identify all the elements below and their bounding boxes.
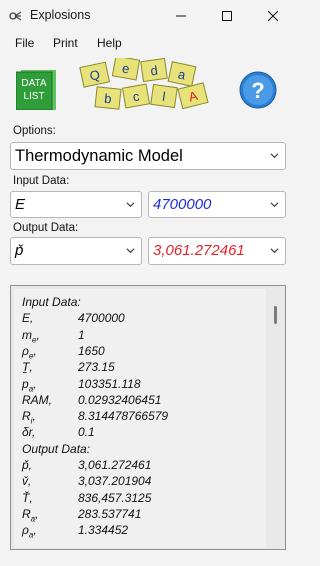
- result-key: E,: [22, 311, 34, 326]
- title-bar: Explosions: [0, 0, 296, 32]
- result-key: Input Data:: [22, 295, 81, 309]
- data-list-label-2: LIST: [23, 91, 44, 102]
- results-panel[interactable]: Input Data: E, 4700000 me, 1 ρe, 1650 Ṯ, 273.15 p…: [10, 285, 286, 550]
- data-list-button[interactable]: DATA LIST: [15, 70, 56, 111]
- result-key-group: pa,: [22, 377, 36, 393]
- result-key-comma: ,: [33, 523, 37, 538]
- result-value: 8.314478766579: [78, 409, 169, 424]
- result-value: 1: [78, 327, 85, 342]
- chevron-down-icon: [270, 201, 279, 207]
- result-key-group: ρe,: [22, 344, 37, 360]
- data-list-icon: DATA LIST: [15, 70, 56, 111]
- result-key-comma: ,: [32, 409, 36, 424]
- input-label: Input Data:: [13, 175, 70, 187]
- result-key-group: me,: [22, 328, 40, 344]
- chevron-down-icon: [126, 248, 135, 254]
- result-key-comma: ,: [33, 343, 37, 358]
- result-value: 836,457.3125: [78, 490, 152, 505]
- result-value: 103351.118: [78, 376, 141, 391]
- input-value: 4700000: [153, 196, 212, 213]
- output-variable-dropdown[interactable]: p̌: [10, 237, 142, 265]
- result-value: 4700000: [78, 311, 125, 326]
- result-key: R: [22, 409, 31, 424]
- result-key: m: [22, 327, 32, 342]
- result-key-comma: ,: [33, 376, 37, 391]
- options-value: Thermodynamic Model: [15, 147, 183, 165]
- menu-help[interactable]: Help: [97, 36, 122, 50]
- maximize-button[interactable]: [204, 0, 250, 32]
- input-variable-value: E: [15, 196, 26, 213]
- chevron-down-icon: [270, 153, 279, 159]
- app-icon: [9, 11, 22, 21]
- result-key-group: Ra,: [22, 507, 38, 523]
- data-list-label-1: DATA: [21, 78, 47, 89]
- options-label: Options:: [13, 125, 56, 137]
- close-button[interactable]: [250, 0, 296, 32]
- result-value: 1650: [78, 343, 105, 358]
- help-icon: ?: [239, 71, 277, 109]
- output-label: Output Data:: [13, 222, 79, 234]
- result-key: δr,: [22, 425, 36, 440]
- results-list: Input Data: E, 4700000 me, 1 ρe, 1650 Ṯ, 273.15 p…: [14, 289, 266, 548]
- output-value-dropdown[interactable]: 3,061.272461: [148, 237, 286, 265]
- result-key: RAM,: [22, 392, 52, 407]
- letter-tiles-icon: Q e d a b c l A: [79, 55, 209, 110]
- menu-file[interactable]: File: [15, 36, 34, 50]
- result-key-comma: ,: [35, 506, 39, 521]
- formula-tiles-image[interactable]: Q e d a b c l A: [78, 55, 218, 114]
- result-key: p: [22, 376, 29, 391]
- input-variable-dropdown[interactable]: E: [10, 191, 142, 218]
- svg-text:b: b: [104, 91, 113, 107]
- result-key: Output Data:: [22, 441, 91, 456]
- result-key: v̌,: [22, 474, 32, 489]
- input-value-dropdown[interactable]: 4700000: [148, 191, 286, 218]
- result-key: p̌,: [22, 458, 33, 472]
- help-glyph: ?: [251, 78, 264, 103]
- help-button[interactable]: ?: [238, 70, 278, 110]
- result-value: 3,037.201904: [78, 474, 152, 489]
- result-key-group: ρa,: [22, 523, 37, 539]
- result-key: R: [22, 506, 31, 521]
- result-key: Ť,: [22, 490, 33, 505]
- results-scrollbar[interactable]: [269, 288, 283, 547]
- result-value: 3,061.272461: [78, 458, 152, 472]
- result-key-comma: ,: [36, 327, 40, 342]
- result-key: ρ: [22, 523, 29, 538]
- options-dropdown[interactable]: Thermodynamic Model: [10, 142, 286, 170]
- result-value: 273.15: [78, 360, 115, 375]
- output-variable-value: p̌: [15, 242, 24, 259]
- result-value: 283.537741: [78, 506, 142, 521]
- minimize-icon: [176, 15, 186, 17]
- result-key: ρ: [22, 343, 29, 358]
- maximize-icon: [222, 11, 232, 21]
- result-key-group: Ri,: [22, 409, 36, 425]
- menu-bar: File Print Help: [0, 32, 296, 54]
- output-value: 3,061.272461: [153, 242, 245, 259]
- result-key: Ṯ,: [22, 360, 33, 375]
- chevron-down-icon: [126, 201, 135, 207]
- minimize-button[interactable]: [158, 0, 204, 32]
- window-title: Explosions: [30, 8, 91, 22]
- menu-print[interactable]: Print: [53, 36, 78, 50]
- result-value: 1.334452: [78, 523, 129, 538]
- result-value: 0.1: [78, 425, 95, 440]
- close-icon: [268, 11, 278, 21]
- result-value: 0.02932406451: [78, 392, 162, 407]
- chevron-down-icon: [270, 248, 279, 254]
- scrollbar-thumb[interactable]: [274, 306, 277, 324]
